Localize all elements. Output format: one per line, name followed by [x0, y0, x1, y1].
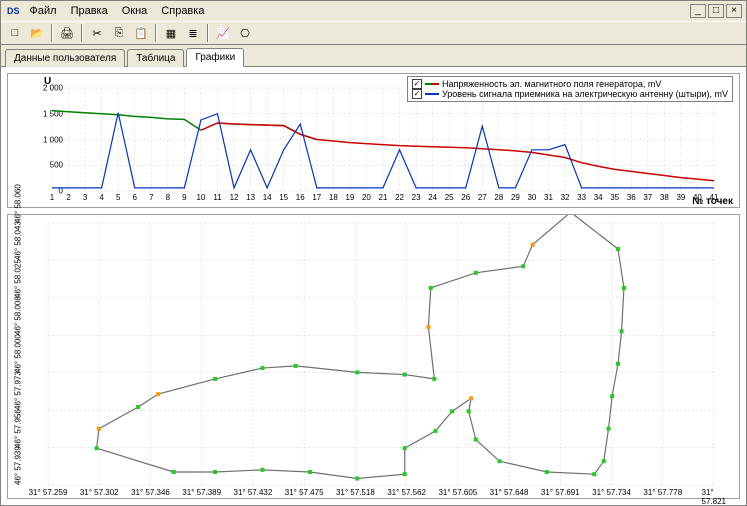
x-tick: 32 — [561, 193, 570, 202]
app-icon: DS — [5, 6, 22, 16]
x-tick: 31° 57.648 — [490, 488, 529, 497]
x-tick: 5 — [116, 193, 120, 202]
x-tick: 39 — [676, 193, 685, 202]
new-icon[interactable]: □ — [5, 23, 25, 43]
x-tick: 31° 57.389 — [182, 488, 221, 497]
x-tick: 30 — [527, 193, 536, 202]
legend-text: Уровень сигнала приемника на электрическ… — [442, 89, 728, 99]
x-tick: 8 — [166, 193, 170, 202]
x-tick: 7 — [149, 193, 153, 202]
x-tick: 2 — [66, 193, 70, 202]
x-tick: 38 — [660, 193, 669, 202]
x-tick: 31° 57.605 — [438, 488, 477, 497]
x-tick: 34 — [594, 193, 603, 202]
copy-icon[interactable]: ⎘ — [109, 23, 129, 43]
x-tick: 15 — [279, 193, 288, 202]
legend-row: ✓ Уровень сигнала приемника на электричес… — [412, 89, 728, 99]
x-tick: 31° 57.518 — [336, 488, 375, 497]
tab-bar: Данные пользователяТаблицаГрафики — [1, 45, 746, 67]
x-tick: 29 — [511, 193, 520, 202]
legend-row: ✓ Напряженность эл. магнитного поля генер… — [412, 79, 728, 89]
x-tick: 23 — [412, 193, 421, 202]
minimize-button[interactable]: _ — [690, 4, 706, 18]
menu-file[interactable]: Файл — [24, 3, 63, 19]
x-tick: 33 — [577, 193, 586, 202]
chart-icon[interactable]: 📈 — [213, 23, 233, 43]
menu-help[interactable]: Справка — [155, 3, 210, 19]
x-tick: 11 — [213, 193, 221, 202]
x-tick: 6 — [133, 193, 137, 202]
x-tick: 1 — [50, 193, 54, 202]
legend-line-icon — [425, 83, 439, 85]
settings-icon[interactable]: ⎔ — [235, 23, 255, 43]
x-tick: 31° 57.346 — [131, 488, 170, 497]
x-tick: 31° 57.821 — [702, 488, 727, 505]
chart2-plot — [8, 215, 724, 503]
x-tick: 31° 57.778 — [643, 488, 682, 497]
x-tick: 31° 57.432 — [234, 488, 273, 497]
content-area: U ✓Напряженность эл. магнитного поля ген… — [1, 67, 746, 505]
menu-windows[interactable]: Окна — [116, 3, 154, 19]
print-icon[interactable]: 🖨 — [57, 23, 77, 43]
open-icon[interactable]: 📂 — [27, 23, 47, 43]
menubar: DS Файл Правка Окна Справка _ □ × — [1, 1, 746, 21]
grid-icon[interactable]: ▦ — [161, 23, 181, 43]
window-buttons: _ □ × — [690, 4, 742, 18]
x-tick: 12 — [230, 193, 239, 202]
close-button[interactable]: × — [726, 4, 742, 18]
x-tick: 22 — [395, 193, 404, 202]
x-tick: 21 — [379, 193, 388, 202]
x-tick: 28 — [494, 193, 503, 202]
x-tick: 35 — [610, 193, 619, 202]
x-tick: 31 — [544, 193, 553, 202]
x-tick: 26 — [461, 193, 470, 202]
x-tick: 31° 57.302 — [80, 488, 119, 497]
tab-1[interactable]: Таблица — [127, 49, 184, 67]
chart-track: 46° 57.93946° 57.95646° 57.97346° 58.000… — [7, 214, 740, 499]
x-tick: 31° 57.259 — [29, 488, 68, 497]
x-tick: 13 — [246, 193, 255, 202]
x-tick: 16 — [296, 193, 305, 202]
cut-icon[interactable]: ✂ — [87, 23, 107, 43]
legend-checkbox[interactable]: ✓ — [412, 89, 422, 99]
x-tick: 18 — [329, 193, 338, 202]
x-tick: 17 — [312, 193, 321, 202]
list-icon[interactable]: ≣ — [183, 23, 203, 43]
x-tick: 3 — [83, 193, 87, 202]
x-tick: 27 — [478, 193, 487, 202]
tab-0[interactable]: Данные пользователя — [5, 49, 125, 67]
x-tick: 31° 57.475 — [285, 488, 324, 497]
x-tick: 4 — [99, 193, 103, 202]
x-tick: 20 — [362, 193, 371, 202]
toolbar: □📂 🖨 ✂⎘📋 ▦≣ 📈⎔ — [1, 21, 746, 45]
maximize-button[interactable]: □ — [708, 4, 724, 18]
paste-icon[interactable]: 📋 — [131, 23, 151, 43]
x-tick: 37 — [643, 193, 652, 202]
legend-line-icon — [425, 93, 439, 95]
x-tick: 9 — [182, 193, 186, 202]
legend-checkbox[interactable]: ✓ — [412, 79, 422, 89]
menu-edit[interactable]: Правка — [65, 3, 114, 19]
chart1-legend: ✓ Напряженность эл. магнитного поля генер… — [407, 76, 733, 102]
x-tick: 24 — [428, 193, 437, 202]
x-tick: 31° 57.734 — [592, 488, 631, 497]
chart-signal: U ✓Напряженность эл. магнитного поля ген… — [7, 73, 740, 208]
x-tick: 36 — [627, 193, 636, 202]
x-tick: 31° 57.562 — [387, 488, 426, 497]
chart1-x-label: № точек — [692, 196, 733, 207]
x-tick: 14 — [263, 193, 272, 202]
x-tick: 19 — [345, 193, 354, 202]
x-tick: 10 — [196, 193, 205, 202]
tab-2[interactable]: Графики — [186, 48, 244, 67]
x-tick: 31° 57.691 — [541, 488, 580, 497]
legend-text: Напряженность эл. магнитного поля генера… — [442, 79, 661, 89]
x-tick: 25 — [445, 193, 454, 202]
